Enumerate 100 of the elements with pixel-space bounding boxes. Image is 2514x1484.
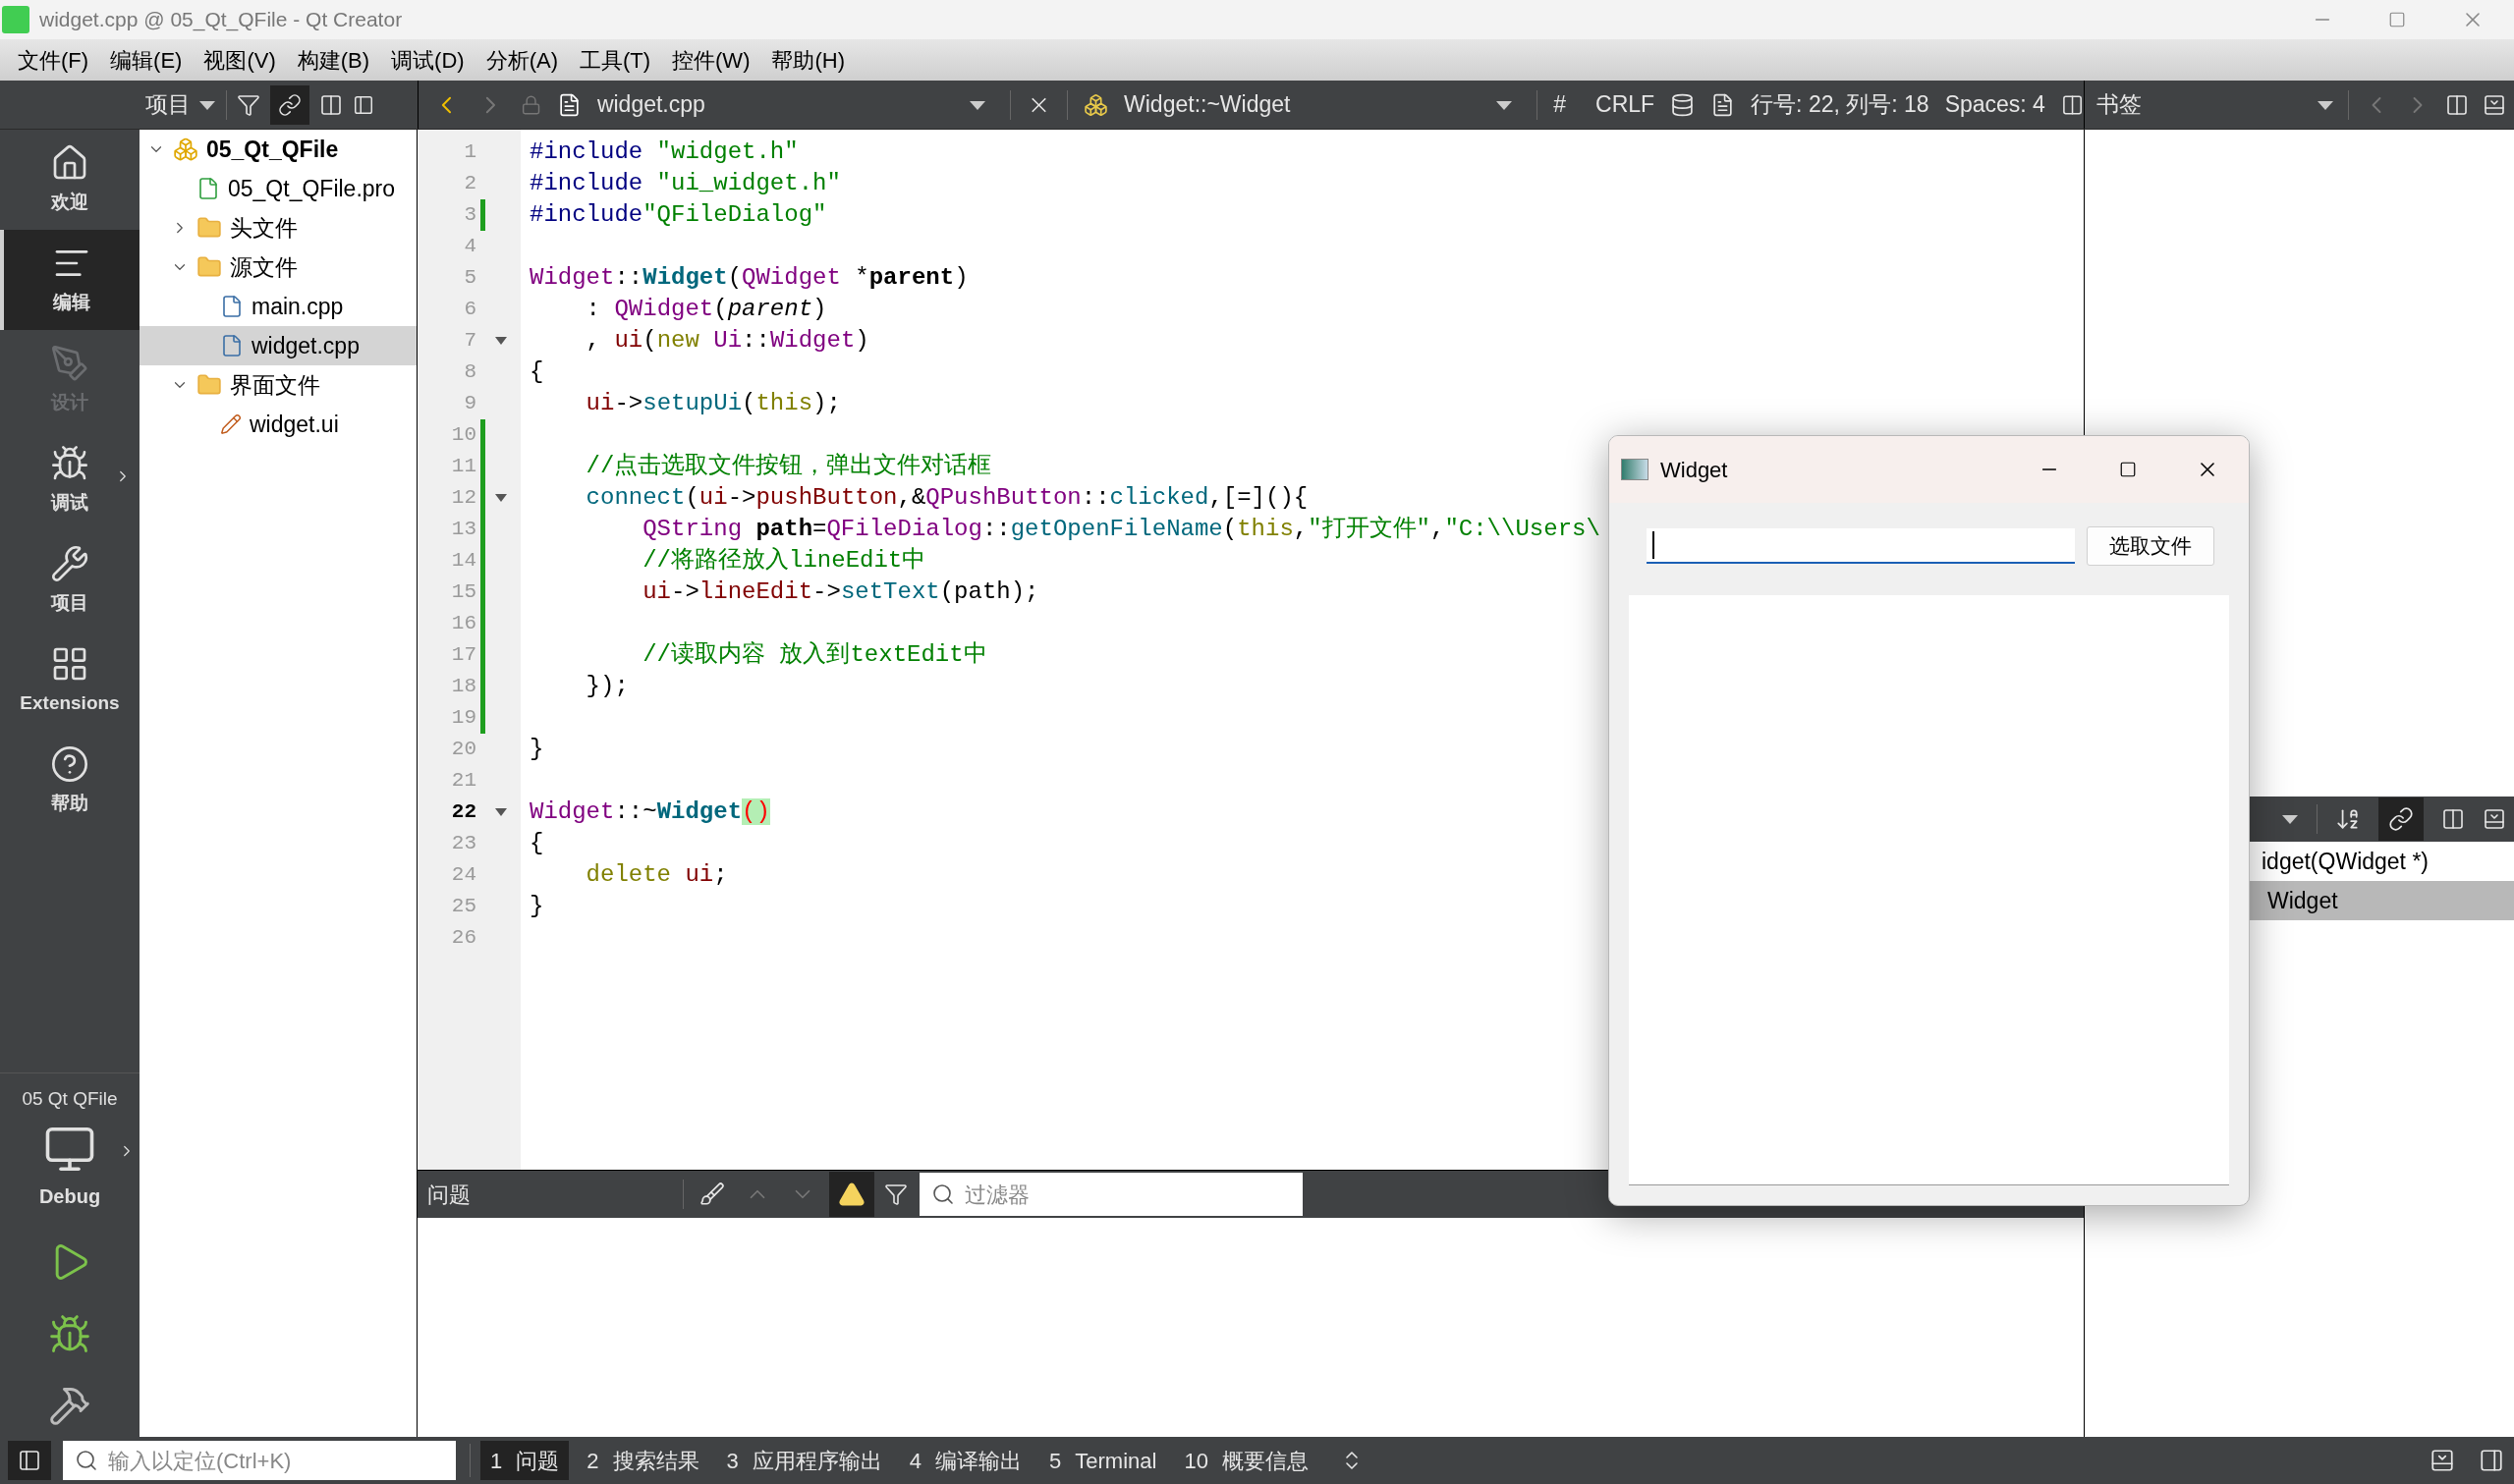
line-number: 18 bbox=[450, 674, 476, 700]
cursor-position[interactable]: 行号: 22, 列号: 18 bbox=[1751, 87, 1929, 122]
file-selector[interactable]: widget.cpp bbox=[596, 87, 995, 122]
split-icon[interactable] bbox=[319, 92, 343, 117]
filter-icon[interactable] bbox=[237, 92, 260, 117]
split-icon[interactable] bbox=[2445, 92, 2469, 117]
indent-setting[interactable]: Spaces: 4 bbox=[1944, 87, 2045, 122]
fold-arrow-icon[interactable] bbox=[494, 336, 508, 346]
output-tab[interactable]: 10 概要信息 bbox=[1174, 1441, 1318, 1480]
maximize-icon[interactable] bbox=[2119, 461, 2137, 478]
wrench-icon bbox=[50, 543, 89, 583]
menu-item[interactable]: 分析(A) bbox=[475, 43, 568, 77]
dropdown-caret-icon[interactable] bbox=[198, 98, 216, 111]
output-tab[interactable]: 1 问题 bbox=[480, 1441, 570, 1480]
clear-icon[interactable] bbox=[699, 1182, 725, 1207]
restore-icon[interactable] bbox=[2388, 11, 2406, 28]
mode-button[interactable]: 帮助 bbox=[0, 731, 140, 831]
locator-field[interactable]: 输入以定位(Ctrl+K) bbox=[63, 1441, 456, 1480]
sync-toggle[interactable] bbox=[2378, 797, 2424, 841]
line-number: 1 bbox=[463, 139, 476, 166]
output-tab[interactable]: 5 Terminal bbox=[1039, 1441, 1167, 1480]
line-number: 23 bbox=[450, 831, 476, 857]
hash-label[interactable]: # bbox=[1553, 87, 1567, 122]
tree-label: 05_Qt_QFile bbox=[206, 135, 339, 164]
path-input[interactable] bbox=[1647, 528, 2075, 564]
mode-button[interactable]: 项目 bbox=[0, 530, 140, 631]
line-number: 13 bbox=[450, 517, 476, 543]
filter-field[interactable]: 过滤器 bbox=[920, 1173, 1303, 1216]
menu-item[interactable]: 编辑(E) bbox=[100, 43, 193, 77]
close-sidebar-icon[interactable] bbox=[353, 93, 374, 116]
tree-item[interactable]: widget.cpp bbox=[140, 326, 417, 365]
view-selector[interactable]: 项目 bbox=[145, 87, 216, 122]
tree-label: widget.cpp bbox=[251, 331, 360, 360]
code-line: : QWidget(parent) bbox=[585, 295, 827, 324]
code-line: { bbox=[530, 829, 544, 858]
line-number: 10 bbox=[450, 422, 476, 449]
fold-arrow-icon[interactable] bbox=[494, 493, 508, 503]
menu-item[interactable]: 工具(T) bbox=[569, 43, 661, 77]
close-panel-icon[interactable] bbox=[2483, 92, 2506, 117]
sync-toggle[interactable] bbox=[270, 84, 309, 125]
line-number: 16 bbox=[450, 611, 476, 637]
dialog-title: Widget bbox=[1660, 456, 1728, 484]
tree-item[interactable]: main.cpp bbox=[140, 287, 417, 326]
line-number: 12 bbox=[450, 485, 476, 512]
right-sidebar-icon[interactable] bbox=[2479, 1448, 2504, 1473]
tree-item[interactable]: 05_Qt_QFile bbox=[140, 130, 417, 169]
dropdown-caret-icon[interactable] bbox=[2281, 813, 2299, 825]
build-config[interactable]: Debug bbox=[38, 1182, 101, 1211]
file-icon bbox=[220, 295, 244, 318]
search-icon bbox=[931, 1182, 955, 1206]
tree-label: 05_Qt_QFile.pro bbox=[228, 174, 396, 203]
line-number: 2 bbox=[463, 171, 476, 197]
close-panel-icon[interactable] bbox=[2483, 807, 2506, 831]
line-number: 4 bbox=[463, 234, 476, 260]
output-tab[interactable]: 2 搜索结果 bbox=[577, 1441, 709, 1480]
code-line: ui->setupUi(this); bbox=[585, 389, 841, 418]
fold-arrow-icon[interactable] bbox=[494, 807, 508, 817]
mode-button[interactable]: 调试 bbox=[0, 430, 140, 530]
split-icon[interactable] bbox=[2441, 807, 2465, 831]
database-icon[interactable] bbox=[1670, 91, 1696, 118]
window-title: widget.cpp @ 05_Qt_QFile - Qt Creator bbox=[39, 7, 403, 33]
menu-item[interactable]: 调试(D) bbox=[381, 43, 475, 77]
choose-file-button[interactable]: 选取文件 bbox=[2087, 526, 2214, 566]
menu-item[interactable]: 构建(B) bbox=[287, 43, 380, 77]
line-number: 17 bbox=[450, 642, 476, 669]
tree-item[interactable]: 界面文件 bbox=[140, 365, 417, 405]
mode-button[interactable]: 编辑 bbox=[0, 230, 140, 330]
line-number: 15 bbox=[450, 579, 476, 606]
tree-item[interactable]: 05_Qt_QFile.pro bbox=[140, 169, 417, 208]
sidebar-toggle[interactable] bbox=[8, 1441, 51, 1480]
code-line: { bbox=[530, 357, 544, 387]
dropdown-caret-icon[interactable] bbox=[2317, 98, 2334, 111]
menu-item[interactable]: 控件(W) bbox=[662, 43, 760, 77]
line-number: 8 bbox=[463, 359, 476, 386]
output-pane-icon[interactable] bbox=[2430, 1448, 2455, 1473]
line-number: 14 bbox=[450, 548, 476, 575]
menu-item[interactable]: 帮助(H) bbox=[761, 43, 855, 77]
output-tab[interactable]: 3 应用程序输出 bbox=[716, 1441, 892, 1480]
window-icon bbox=[1621, 459, 1648, 480]
file-icon bbox=[196, 177, 220, 200]
line-number: 25 bbox=[450, 894, 476, 920]
dropdown-caret-icon[interactable] bbox=[1495, 98, 1514, 111]
menu-item[interactable]: 文件(F) bbox=[8, 43, 99, 77]
line-ending-label[interactable]: CRLF bbox=[1595, 87, 1655, 122]
code-line: delete ui; bbox=[585, 860, 728, 890]
line-number: 22 bbox=[450, 799, 476, 826]
dropdown-caret-icon[interactable] bbox=[969, 98, 987, 111]
line-number: 26 bbox=[450, 925, 476, 952]
code-line: Widget::~Widget() bbox=[530, 797, 770, 827]
tree-item[interactable]: 头文件 bbox=[140, 208, 417, 247]
menu-item[interactable]: 视图(V) bbox=[194, 43, 286, 77]
tree-item[interactable]: 源文件 bbox=[140, 247, 417, 287]
symbol-selector[interactable]: Widget::~Widget bbox=[1124, 87, 1522, 122]
warnings-toggle[interactable] bbox=[829, 1172, 874, 1217]
mode-button[interactable]: Extensions bbox=[0, 631, 140, 731]
mode-button[interactable]: 欢迎 bbox=[0, 130, 140, 230]
sort-icon[interactable] bbox=[2335, 806, 2361, 832]
filter-icon[interactable] bbox=[884, 1182, 908, 1206]
tree-item[interactable]: widget.ui bbox=[140, 405, 417, 444]
output-tab[interactable]: 4 编译输出 bbox=[899, 1441, 1032, 1480]
